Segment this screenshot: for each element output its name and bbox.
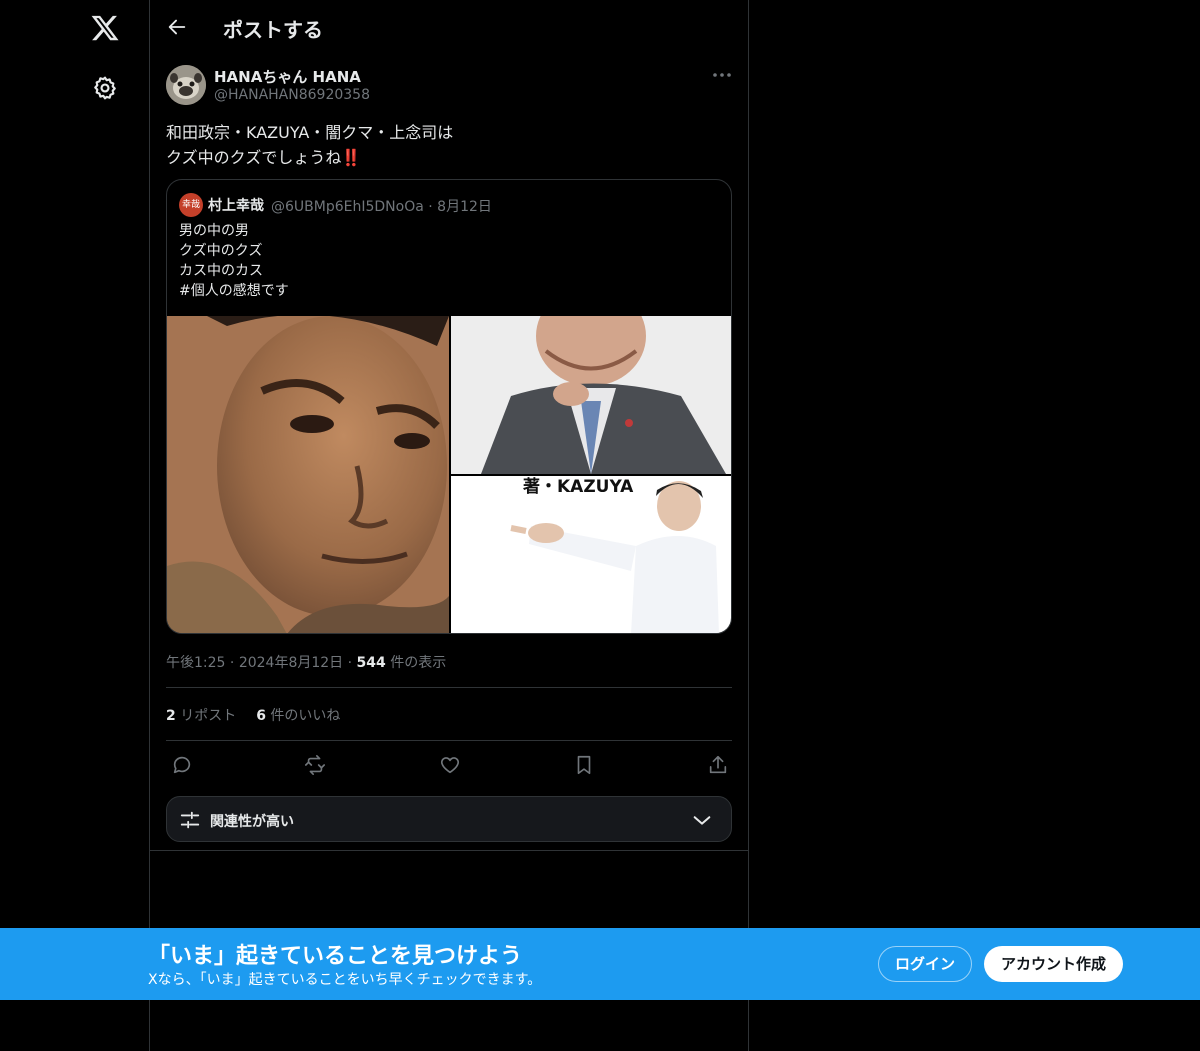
post-meta: 午後1:25 · 2024年8月12日 · 544 件の表示 <box>166 655 447 671</box>
sort-replies-dropdown[interactable]: 関連性が高い <box>166 796 732 842</box>
quote-date: 8月12日 <box>437 199 492 215</box>
quote-author-handle: @6UBMp6EhI5DNoOa <box>271 199 424 215</box>
chevron-down-icon <box>693 816 711 825</box>
post-text-line: 和田政宗・KAZUYA・闇クマ・上念司は <box>166 123 454 142</box>
post-date[interactable]: 2024年8月12日 <box>239 655 343 671</box>
banner-subtitle: Xなら、「いま」起きていることをいち早くチェックできます。 <box>148 972 542 988</box>
author-handle[interactable]: @HANAHAN86920358 <box>214 87 370 103</box>
sort-label: 関連性が高い <box>210 814 294 830</box>
quote-line: カス中のカス <box>179 263 263 279</box>
signup-button[interactable]: アカウント作成 <box>984 946 1123 982</box>
divider <box>166 740 732 741</box>
divider <box>150 850 748 851</box>
quote-image-3[interactable]: 著・KAZUYA <box>451 476 731 633</box>
quote-image-2[interactable] <box>451 316 731 474</box>
signup-banner: 「いま」起きていることを見つけよう Xなら、「いま」起きていることをいち早くチェ… <box>0 928 1200 1000</box>
post-stats: 2 リポスト 6 件のいいね <box>166 705 340 725</box>
post-text: 和田政宗・KAZUYA・闇クマ・上念司は クズ中のクズでしょうね‼️ <box>166 120 453 170</box>
quote-line-hashtag[interactable]: #個人の感想です <box>179 281 289 301</box>
views-count: 544 <box>356 655 386 671</box>
left-nav <box>0 0 150 1051</box>
quote-image-1[interactable] <box>167 316 449 633</box>
sliders-icon <box>180 811 200 829</box>
post-text-line: クズ中のクズでしょうね‼️ <box>166 145 453 170</box>
image-caption-text: 著・KAZUYA <box>523 476 634 497</box>
quote-author-name: 村上幸哉 <box>208 198 264 214</box>
double-exclamation-emoji: ‼️ <box>341 148 361 167</box>
repost-icon[interactable] <box>304 754 326 776</box>
likes-stat[interactable]: 6 件のいいね <box>256 708 340 724</box>
post-time[interactable]: 午後1:25 <box>166 655 225 671</box>
reply-icon[interactable] <box>171 754 193 776</box>
quote-author-meta: @6UBMp6EhI5DNoOa · 8月12日 <box>271 199 492 215</box>
views-label: 件の表示 <box>390 655 447 671</box>
share-icon[interactable] <box>707 754 729 776</box>
gear-icon[interactable] <box>92 75 118 101</box>
like-icon[interactable] <box>439 754 461 776</box>
divider <box>166 687 732 688</box>
x-logo-icon[interactable] <box>90 13 120 43</box>
likes-label: 件のいいね <box>270 708 341 724</box>
arrow-left-icon[interactable] <box>166 16 188 38</box>
reposts-count: 2 <box>166 708 176 724</box>
quote-text: 男の中の男 クズ中のクズ カス中のカス #個人の感想です <box>179 221 289 301</box>
quote-line: クズ中のクズ <box>179 243 263 259</box>
likes-count: 6 <box>256 708 266 724</box>
author-name[interactable]: HANAちゃん HANA <box>214 66 361 87</box>
bookmark-icon[interactable] <box>573 754 595 776</box>
quote-avatar[interactable]: 幸哉 <box>179 193 203 217</box>
post-text-line-2: クズ中のクズでしょうね <box>166 148 342 167</box>
more-options-icon[interactable] <box>710 66 734 84</box>
page-title: ポストする <box>223 18 323 42</box>
quote-line: 男の中の男 <box>179 223 249 239</box>
main-column: ポストする HANAちゃん HANA @HANAHAN86920358 和田政宗… <box>149 0 749 1051</box>
quote-tweet[interactable]: 幸哉 村上幸哉 @6UBMp6EhI5DNoOa · 8月12日 男の中の男 ク… <box>166 179 732 634</box>
reposts-label: リポスト <box>180 708 237 724</box>
avatar[interactable] <box>166 65 206 105</box>
login-button[interactable]: ログイン <box>878 946 972 982</box>
page-header: ポストする <box>150 0 748 55</box>
reposts-stat[interactable]: 2 リポスト <box>166 708 236 724</box>
banner-title: 「いま」起きていることを見つけよう <box>148 944 523 969</box>
